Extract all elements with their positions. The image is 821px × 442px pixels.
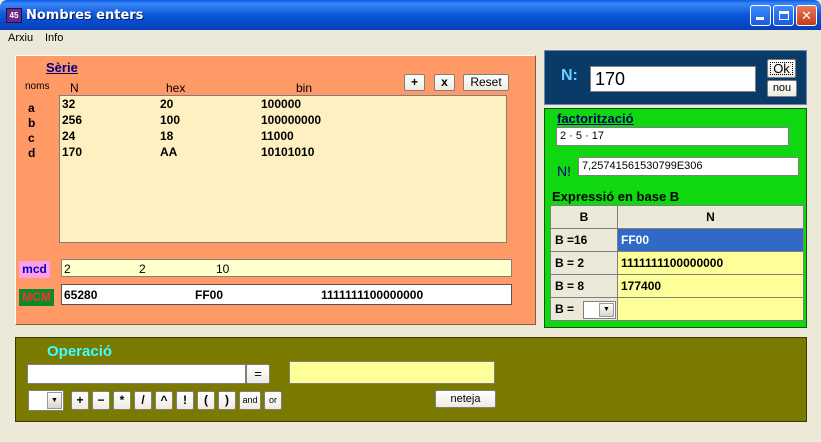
mcd-label: mcd: [19, 261, 50, 278]
operacio-panel: Operació = ▼ + − * / ^ ! ( ) and or nete…: [15, 337, 807, 422]
variable-names: a b c d: [28, 101, 40, 161]
clear-button[interactable]: neteja: [435, 390, 496, 408]
mcd-field[interactable]: 2 2 10: [61, 259, 512, 277]
n-input[interactable]: 170: [590, 66, 756, 92]
op-plus-button[interactable]: +: [71, 391, 89, 410]
name-a: a: [28, 101, 35, 115]
window-title: Nombres enters: [26, 8, 144, 23]
factorial-field[interactable]: 7,25741561530799E306: [578, 157, 799, 176]
list-item-hex: 20: [160, 97, 174, 111]
ok-button[interactable]: Ok: [767, 59, 796, 78]
list-item-bin: 100000000: [261, 113, 322, 127]
serie-panel: Sèrie noms N hex bin + x Reset a b c d 3…: [15, 55, 536, 325]
mcm-bin: 1111111100000000: [321, 288, 424, 302]
serie-title: Sèrie: [46, 60, 78, 75]
op-factorial-button[interactable]: !: [176, 391, 194, 410]
grid-header-b: B: [551, 206, 618, 229]
mcd-bin: 10: [216, 262, 230, 276]
add-button[interactable]: +: [404, 74, 425, 91]
remove-button[interactable]: x: [434, 74, 455, 91]
list-item-hex: 100: [160, 113, 181, 127]
maximize-icon: [779, 11, 789, 20]
name-c: c: [28, 131, 35, 145]
menu-bar: Arxiu Info: [0, 30, 821, 47]
n-column-header: N: [70, 81, 79, 95]
op-and-button[interactable]: and: [239, 391, 261, 410]
factoritzacio-field[interactable]: 2 · 5 · 17: [556, 127, 789, 146]
menu-arxiu[interactable]: Arxiu: [8, 32, 33, 44]
grid-row-value[interactable]: [618, 298, 804, 321]
close-icon: ✕: [801, 8, 812, 23]
grid-row-base[interactable]: B =16: [551, 229, 618, 252]
bin-column-header: bin: [296, 81, 313, 95]
factoritzacio-title: factorització: [557, 111, 634, 126]
op-minus-button[interactable]: −: [92, 391, 110, 410]
op-multiply-button[interactable]: *: [113, 391, 131, 410]
op-open-paren-button[interactable]: (: [197, 391, 215, 410]
noms-label: noms: [25, 81, 50, 92]
expressio-title: Expressió en base B: [552, 189, 680, 204]
list-item-n: 256: [62, 113, 83, 127]
base-select[interactable]: ▼: [583, 301, 616, 319]
nou-button[interactable]: nou: [767, 80, 797, 97]
mcm-hex: FF00: [195, 288, 224, 302]
operation-input[interactable]: [27, 364, 246, 384]
name-b: b: [28, 116, 36, 130]
operacio-title: Operació: [47, 343, 113, 360]
maximize-button[interactable]: [773, 5, 794, 26]
minimize-button[interactable]: [750, 5, 771, 26]
chevron-down-icon[interactable]: ▼: [47, 392, 62, 409]
op-divide-button[interactable]: /: [134, 391, 152, 410]
variable-select[interactable]: ▼: [28, 390, 64, 411]
n-panel: N: 170 Ok nou: [544, 50, 807, 105]
grid-row-base[interactable]: B = 2: [551, 252, 618, 275]
name-d: d: [28, 146, 36, 160]
menu-info[interactable]: Info: [45, 32, 63, 44]
mcm-field[interactable]: 65280 FF00 1111111100000000: [61, 284, 512, 305]
list-item-bin: 10101010: [261, 145, 315, 159]
hex-column-header: hex: [166, 81, 186, 95]
close-button[interactable]: ✕: [796, 5, 817, 26]
equals-button[interactable]: =: [246, 364, 270, 384]
list-item-n: 32: [62, 97, 76, 111]
factoritzacio-panel: factorització 2 · 5 · 17 N! 7,2574156153…: [544, 108, 807, 328]
mcm-label: MCM: [19, 289, 54, 306]
grid-header-n: N: [618, 206, 804, 229]
grid-row-value[interactable]: 177400: [618, 275, 804, 298]
mcm-n: 65280: [64, 288, 98, 302]
op-power-button[interactable]: ^: [155, 391, 173, 410]
grid-row-value[interactable]: 1111111100000000: [618, 252, 804, 275]
mcd-n: 2: [64, 262, 71, 276]
base-grid[interactable]: B N B =16 FF00 B = 2 1111111100000000 B …: [550, 205, 804, 321]
chevron-down-icon[interactable]: ▼: [599, 303, 614, 317]
list-item-bin: 11000: [261, 129, 294, 143]
grid-row-base[interactable]: B = 8: [551, 275, 618, 298]
operation-result: [289, 361, 495, 384]
list-item-n: 170: [62, 145, 83, 159]
factorial-label: N!: [557, 163, 571, 179]
mcd-hex: 2: [139, 262, 146, 276]
minimize-icon: [756, 17, 764, 20]
list-item-hex: 18: [160, 129, 174, 143]
list-item-bin: 100000: [261, 97, 302, 111]
custom-base-label: B =: [555, 302, 575, 316]
title-bar[interactable]: 45 Nombres enters ✕: [0, 0, 821, 30]
op-close-paren-button[interactable]: ): [218, 391, 236, 410]
n-label: N:: [561, 67, 578, 84]
serie-list[interactable]: 32 20 100000 256 100 100000000 24 18 110…: [59, 95, 507, 243]
grid-row-value[interactable]: FF00: [618, 229, 804, 252]
app-icon[interactable]: 45: [6, 8, 22, 23]
op-or-button[interactable]: or: [264, 391, 282, 410]
reset-button[interactable]: Reset: [463, 74, 509, 91]
list-item-hex: AA: [160, 145, 178, 159]
list-item-n: 24: [62, 129, 76, 143]
